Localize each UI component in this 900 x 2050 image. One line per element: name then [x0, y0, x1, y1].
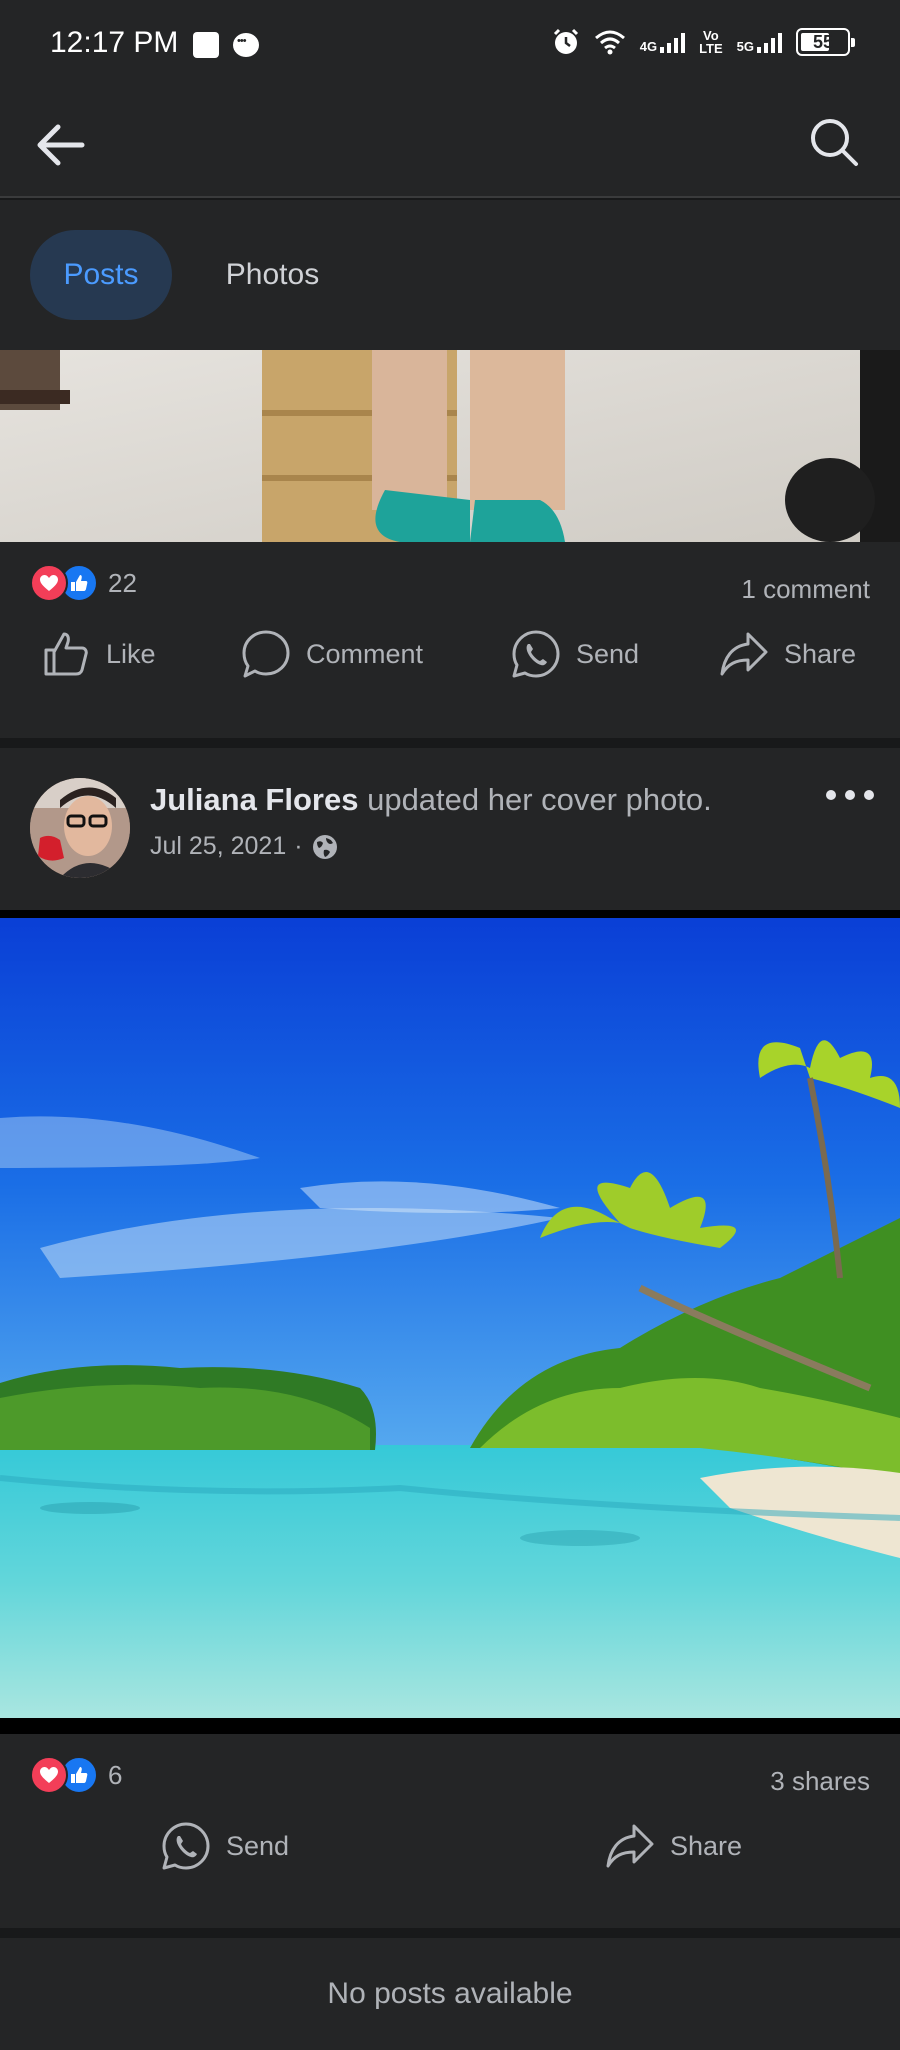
top-app-bar [0, 90, 900, 198]
like-label: Like [106, 638, 156, 669]
profile-tabs: Posts Photos [0, 200, 900, 350]
tab-photos[interactable]: Photos [210, 230, 335, 320]
post-photo-gym[interactable] [0, 350, 900, 542]
battery-level: 55 [812, 31, 834, 52]
share-button[interactable]: Share [718, 628, 856, 680]
send-button[interactable]: Send [160, 1820, 289, 1872]
signal-4g-icon: 4G [639, 31, 686, 54]
send-label: Send [576, 638, 640, 669]
reaction-count: 22 [108, 567, 137, 598]
status-bar: 12:17 PM 4G Vo LTE 5G 55 [0, 0, 900, 90]
share-icon [606, 1824, 654, 1868]
meta-separator: · [294, 832, 303, 860]
post-header: Juliana Flores updated her cover photo. … [0, 748, 900, 910]
beach-photo-image [0, 918, 900, 1718]
share-label: Share [784, 638, 857, 669]
search-icon[interactable] [808, 116, 860, 168]
network-4g-label: 4G [639, 39, 658, 54]
gym-photo-image [0, 350, 900, 542]
share-count[interactable]: 3 shares [770, 1766, 870, 1797]
author-name[interactable]: Juliana Flores [150, 782, 358, 817]
like-button[interactable]: Like [40, 628, 156, 680]
wifi-icon [594, 30, 625, 55]
post-footer-2: 6 3 shares Send Share [0, 1734, 900, 1928]
volte-icon: Vo LTE [699, 29, 723, 55]
post-date[interactable]: Jul 25, 2021 [150, 832, 286, 861]
comment-label: Comment [306, 638, 424, 669]
love-reaction-icon [30, 564, 68, 602]
network-5g-label: 5G [736, 39, 754, 54]
post-separator [0, 738, 900, 748]
post-meta: Jul 25, 2021 · [150, 832, 339, 861]
share-button[interactable]: Share [604, 1820, 742, 1872]
back-arrow-icon[interactable] [32, 120, 88, 170]
signal-5g-icon: 5G [737, 31, 782, 53]
send-label: Send [226, 1830, 290, 1861]
photo-top-border [0, 910, 900, 918]
love-reaction-icon [30, 1756, 68, 1794]
no-posts-message: No posts available [0, 1928, 900, 2050]
notification-square-icon [193, 32, 219, 58]
globe-icon [312, 834, 337, 859]
like-icon [44, 632, 88, 676]
whatsapp-icon [512, 630, 560, 678]
post-activity-text: updated her cover photo. [358, 782, 712, 817]
reactions-summary-2[interactable]: 6 [30, 1756, 122, 1794]
tab-posts[interactable]: Posts [30, 230, 172, 320]
reactions-summary[interactable]: 22 [30, 564, 137, 602]
photo-bottom-border [0, 1718, 900, 1734]
post-photo-cover[interactable] [0, 918, 900, 1718]
status-time: 12:17 PM [50, 26, 179, 59]
volte-bottom-label: LTE [699, 41, 723, 56]
whatsapp-icon [162, 1822, 210, 1870]
comment-button[interactable]: Comment [240, 628, 423, 680]
share-label: Share [670, 1830, 743, 1861]
more-options-icon[interactable] [826, 784, 874, 806]
comment-count[interactable]: 1 comment [741, 574, 870, 605]
avatar[interactable] [30, 778, 130, 878]
chat-bubble-icon [233, 33, 259, 57]
share-icon [720, 632, 768, 676]
comment-icon [242, 630, 290, 678]
battery-icon: 55 [796, 28, 855, 56]
send-button[interactable]: Send [510, 628, 639, 680]
post-footer: 22 1 comment Like Comment Send Share [0, 542, 900, 738]
alarm-icon [553, 28, 578, 54]
post-headline: Juliana Flores updated her cover photo. [150, 782, 712, 818]
reaction-count: 6 [108, 1759, 123, 1790]
status-icons: 4G Vo LTE 5G 55 [552, 28, 855, 56]
